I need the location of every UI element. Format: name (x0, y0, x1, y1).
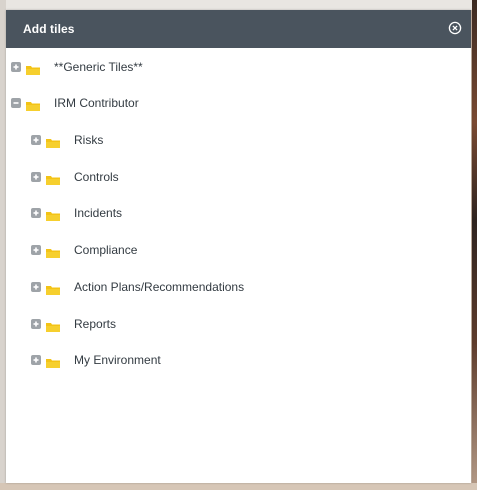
dialog-title: Add tiles (23, 22, 75, 36)
expand-icon[interactable] (31, 355, 41, 365)
tree-node-controls[interactable]: Controls (31, 167, 119, 187)
expand-icon[interactable] (31, 319, 41, 329)
tree-node-action-plans[interactable]: Action Plans/Recommendations (31, 277, 244, 297)
folder-icon (46, 245, 60, 258)
folder-icon (46, 282, 60, 295)
collapse-icon[interactable] (11, 98, 21, 108)
tree-node-label: Reports (74, 317, 117, 331)
tree-node-irm-contributor[interactable]: IRM Contributor (11, 93, 139, 113)
dialog-header: Add tiles (6, 10, 471, 48)
background-bottom (0, 483, 477, 490)
add-tiles-dialog: Add tiles **Generic Tiles** IRM Contribu… (6, 10, 471, 483)
tree-node-label: **Generic Tiles** (54, 60, 143, 74)
close-icon[interactable] (448, 21, 462, 35)
expand-icon[interactable] (11, 62, 21, 72)
folder-icon (26, 62, 40, 75)
expand-icon[interactable] (31, 135, 41, 145)
tree-node-compliance[interactable]: Compliance (31, 240, 137, 260)
expand-icon[interactable] (31, 208, 41, 218)
expand-icon[interactable] (31, 245, 41, 255)
tree-node-label: My Environment (74, 353, 161, 367)
tree-node-label: Action Plans/Recommendations (74, 280, 245, 294)
folder-icon (46, 355, 60, 368)
tree-node-label: Controls (74, 170, 119, 184)
background-top (0, 0, 477, 10)
expand-icon[interactable] (31, 172, 41, 182)
folder-icon (46, 319, 60, 332)
tree-node-risks[interactable]: Risks (31, 130, 103, 150)
folder-icon (46, 208, 60, 221)
tree-node-label: Compliance (74, 243, 138, 257)
tree-node-generic-tiles[interactable]: **Generic Tiles** (11, 57, 143, 77)
expand-icon[interactable] (31, 282, 41, 292)
folder-icon (46, 172, 60, 185)
folder-icon (46, 135, 60, 148)
folder-icon (26, 98, 40, 111)
tree-node-label: Incidents (74, 206, 123, 220)
tree-node-reports[interactable]: Reports (31, 314, 116, 334)
tree-node-my-environment[interactable]: My Environment (31, 350, 161, 370)
tree-node-incidents[interactable]: Incidents (31, 203, 122, 223)
tree-node-label: IRM Contributor (54, 96, 139, 110)
background-right (472, 0, 477, 490)
tree-node-label: Risks (74, 133, 104, 147)
